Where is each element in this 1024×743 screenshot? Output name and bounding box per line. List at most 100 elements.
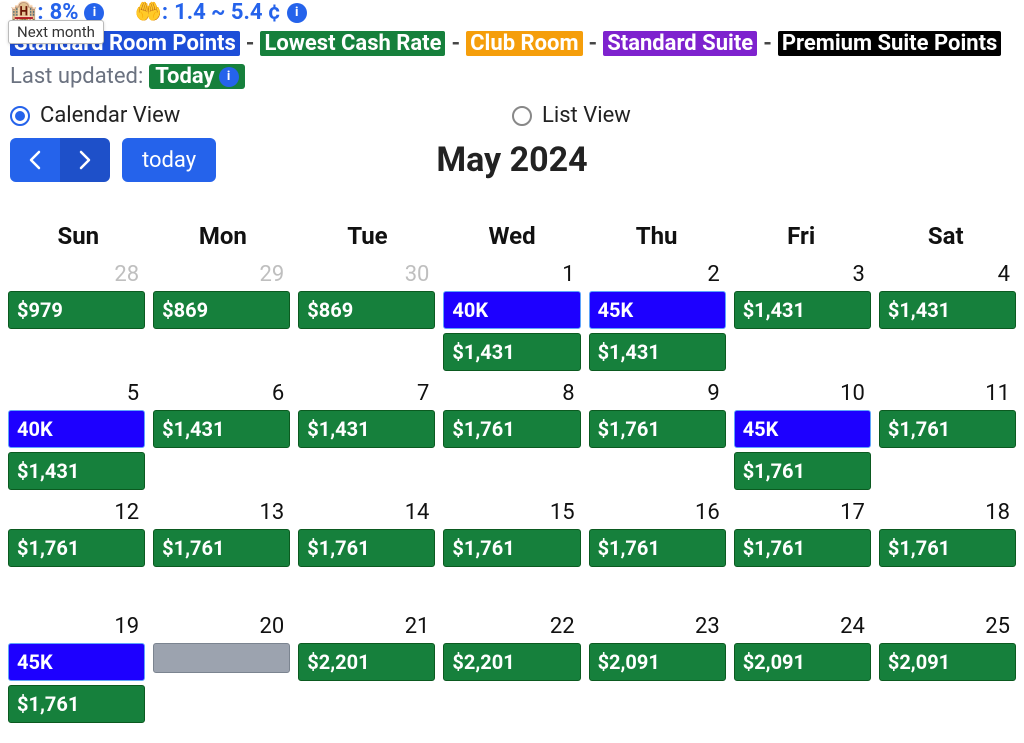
cash-rate-event[interactable]: $1,761 xyxy=(589,410,726,448)
calendar-view-option[interactable]: Calendar View xyxy=(10,103,512,128)
calendar-day[interactable]: 16$1,761 xyxy=(587,496,728,606)
cash-rate-event[interactable]: $1,761 xyxy=(443,410,580,448)
last-updated-value: Today i xyxy=(149,64,244,89)
day-header: Thu xyxy=(584,222,729,258)
calendar-day[interactable]: 15$1,761 xyxy=(441,496,582,606)
list-view-label: List View xyxy=(542,103,631,128)
legend-standard-suite[interactable]: Standard Suite xyxy=(603,31,757,56)
points-event[interactable]: 45K xyxy=(734,410,871,448)
calendar-day[interactable]: 29$869 xyxy=(151,258,292,373)
list-view-option[interactable]: List View xyxy=(512,103,1014,128)
calendar-day[interactable]: 23$2,091 xyxy=(587,610,728,725)
cash-rate-event[interactable]: $1,431 xyxy=(298,410,435,448)
calendar-week: 540K$1,4316$1,4317$1,4318$1,7619$1,76110… xyxy=(6,377,1018,492)
calendar-week: 12$1,76113$1,76114$1,76115$1,76116$1,761… xyxy=(6,496,1018,606)
legend-club-room[interactable]: Club Room xyxy=(466,31,582,56)
day-header: Wed xyxy=(440,222,585,258)
calendar-day[interactable]: 9$1,761 xyxy=(587,377,728,492)
day-header: Sat xyxy=(873,222,1018,258)
legend-sep: - xyxy=(246,31,255,56)
cash-rate-event[interactable]: $1,431 xyxy=(8,452,145,490)
calendar-day[interactable]: 4$1,431 xyxy=(877,258,1018,373)
calendar-day[interactable]: 24$2,091 xyxy=(732,610,873,725)
calendar-day[interactable]: 11$1,761 xyxy=(877,377,1018,492)
calendar-day[interactable]: 8$1,761 xyxy=(441,377,582,492)
day-number: 15 xyxy=(441,496,582,527)
cash-rate-event[interactable]: $979 xyxy=(8,291,145,329)
nav-button-group xyxy=(10,138,110,182)
cash-rate-event[interactable]: $1,761 xyxy=(153,529,290,567)
calendar-day[interactable]: 14$1,761 xyxy=(296,496,437,606)
chevron-right-icon xyxy=(78,150,92,170)
cash-rate-event[interactable]: $2,201 xyxy=(298,643,435,681)
radio-selected-icon[interactable] xyxy=(10,106,30,126)
day-number: 3 xyxy=(732,258,873,289)
today-button[interactable]: today xyxy=(122,138,216,182)
calendar-day[interactable]: 7$1,431 xyxy=(296,377,437,492)
calendar-day[interactable]: 140K$1,431 xyxy=(441,258,582,373)
day-number: 19 xyxy=(6,610,147,641)
calendar-day[interactable]: 3$1,431 xyxy=(732,258,873,373)
cash-rate-event[interactable]: $1,761 xyxy=(298,529,435,567)
calendar-day[interactable]: 12$1,761 xyxy=(6,496,147,606)
unavailable-event[interactable] xyxy=(153,643,290,673)
legend-sep: - xyxy=(763,31,772,56)
rate-range-stat: 🤲: 1.4 ~ 5.4 ¢ i xyxy=(134,0,306,25)
points-event[interactable]: 40K xyxy=(443,291,580,329)
calendar-day[interactable]: 1945K $1,761 xyxy=(6,610,147,725)
calendar-day[interactable]: 28$979 xyxy=(6,258,147,373)
day-header: Tue xyxy=(295,222,440,258)
day-number: 29 xyxy=(151,258,292,289)
points-event[interactable]: 40K xyxy=(8,410,145,448)
info-icon[interactable]: i xyxy=(219,67,239,87)
last-updated: Last updated: Today i xyxy=(10,64,1014,89)
cash-rate-event[interactable]: $1,431 xyxy=(734,291,871,329)
calendar-day[interactable]: 13$1,761 xyxy=(151,496,292,606)
cash-rate-event[interactable]: $2,091 xyxy=(879,643,1016,681)
cash-rate-event[interactable]: $1,761 xyxy=(8,529,145,567)
last-updated-label: Last updated: xyxy=(10,64,143,89)
rate-range-value: 1.4 ~ 5.4 ¢ xyxy=(174,0,281,25)
calendar-day[interactable]: 17$1,761 xyxy=(732,496,873,606)
cash-rate-event[interactable]: $1,431 xyxy=(443,333,580,371)
points-event[interactable]: 45K xyxy=(8,643,145,681)
radio-unselected-icon[interactable] xyxy=(512,106,532,126)
calendar-day[interactable]: 6$1,431 xyxy=(151,377,292,492)
cash-rate-event[interactable]: $2,091 xyxy=(589,643,726,681)
calendar-day[interactable]: 20 xyxy=(151,610,292,725)
day-number: 13 xyxy=(151,496,292,527)
calendar-day[interactable]: 1045K$1,761 xyxy=(732,377,873,492)
prev-month-button[interactable] xyxy=(10,138,60,182)
cash-rate-event[interactable]: $2,091 xyxy=(734,643,871,681)
cash-rate-event[interactable]: $1,761 xyxy=(734,452,871,490)
cash-rate-event[interactable]: $1,431 xyxy=(879,291,1016,329)
cash-rate-event[interactable]: $1,761 xyxy=(443,529,580,567)
calendar-day[interactable]: 245K$1,431 xyxy=(587,258,728,373)
calendar-day[interactable]: 30$869 xyxy=(296,258,437,373)
cash-rate-event[interactable]: $1,761 xyxy=(589,529,726,567)
legend-premium-suite[interactable]: Premium Suite Points xyxy=(778,31,1001,56)
calendar-day[interactable]: 540K$1,431 xyxy=(6,377,147,492)
calendar-day[interactable]: 21$2,201 xyxy=(296,610,437,725)
cash-rate-event[interactable]: $1,761 xyxy=(8,685,145,723)
cash-rate-event[interactable]: $1,431 xyxy=(589,333,726,371)
calendar-day[interactable]: 22$2,201 xyxy=(441,610,582,725)
calendar-day[interactable]: 25$2,091 xyxy=(877,610,1018,725)
legend: Standard Room Points - Lowest Cash Rate … xyxy=(10,31,1014,56)
cash-rate-event[interactable]: $1,761 xyxy=(734,529,871,567)
cash-rate-event[interactable]: $1,431 xyxy=(153,410,290,448)
day-header: Mon xyxy=(151,222,296,258)
cash-rate-event[interactable]: $1,761 xyxy=(879,529,1016,567)
day-header: Fri xyxy=(729,222,874,258)
day-number: 8 xyxy=(441,377,582,408)
next-month-button[interactable] xyxy=(60,138,110,182)
cash-rate-event[interactable]: $2,201 xyxy=(443,643,580,681)
points-event[interactable]: 45K xyxy=(589,291,726,329)
info-icon[interactable]: i xyxy=(287,3,307,23)
cash-rate-event[interactable]: $869 xyxy=(153,291,290,329)
calendar-day[interactable]: 18$1,761 xyxy=(877,496,1018,606)
legend-lowest-cash[interactable]: Lowest Cash Rate xyxy=(260,31,445,56)
day-number: 11 xyxy=(877,377,1018,408)
cash-rate-event[interactable]: $1,761 xyxy=(879,410,1016,448)
cash-rate-event[interactable]: $869 xyxy=(298,291,435,329)
